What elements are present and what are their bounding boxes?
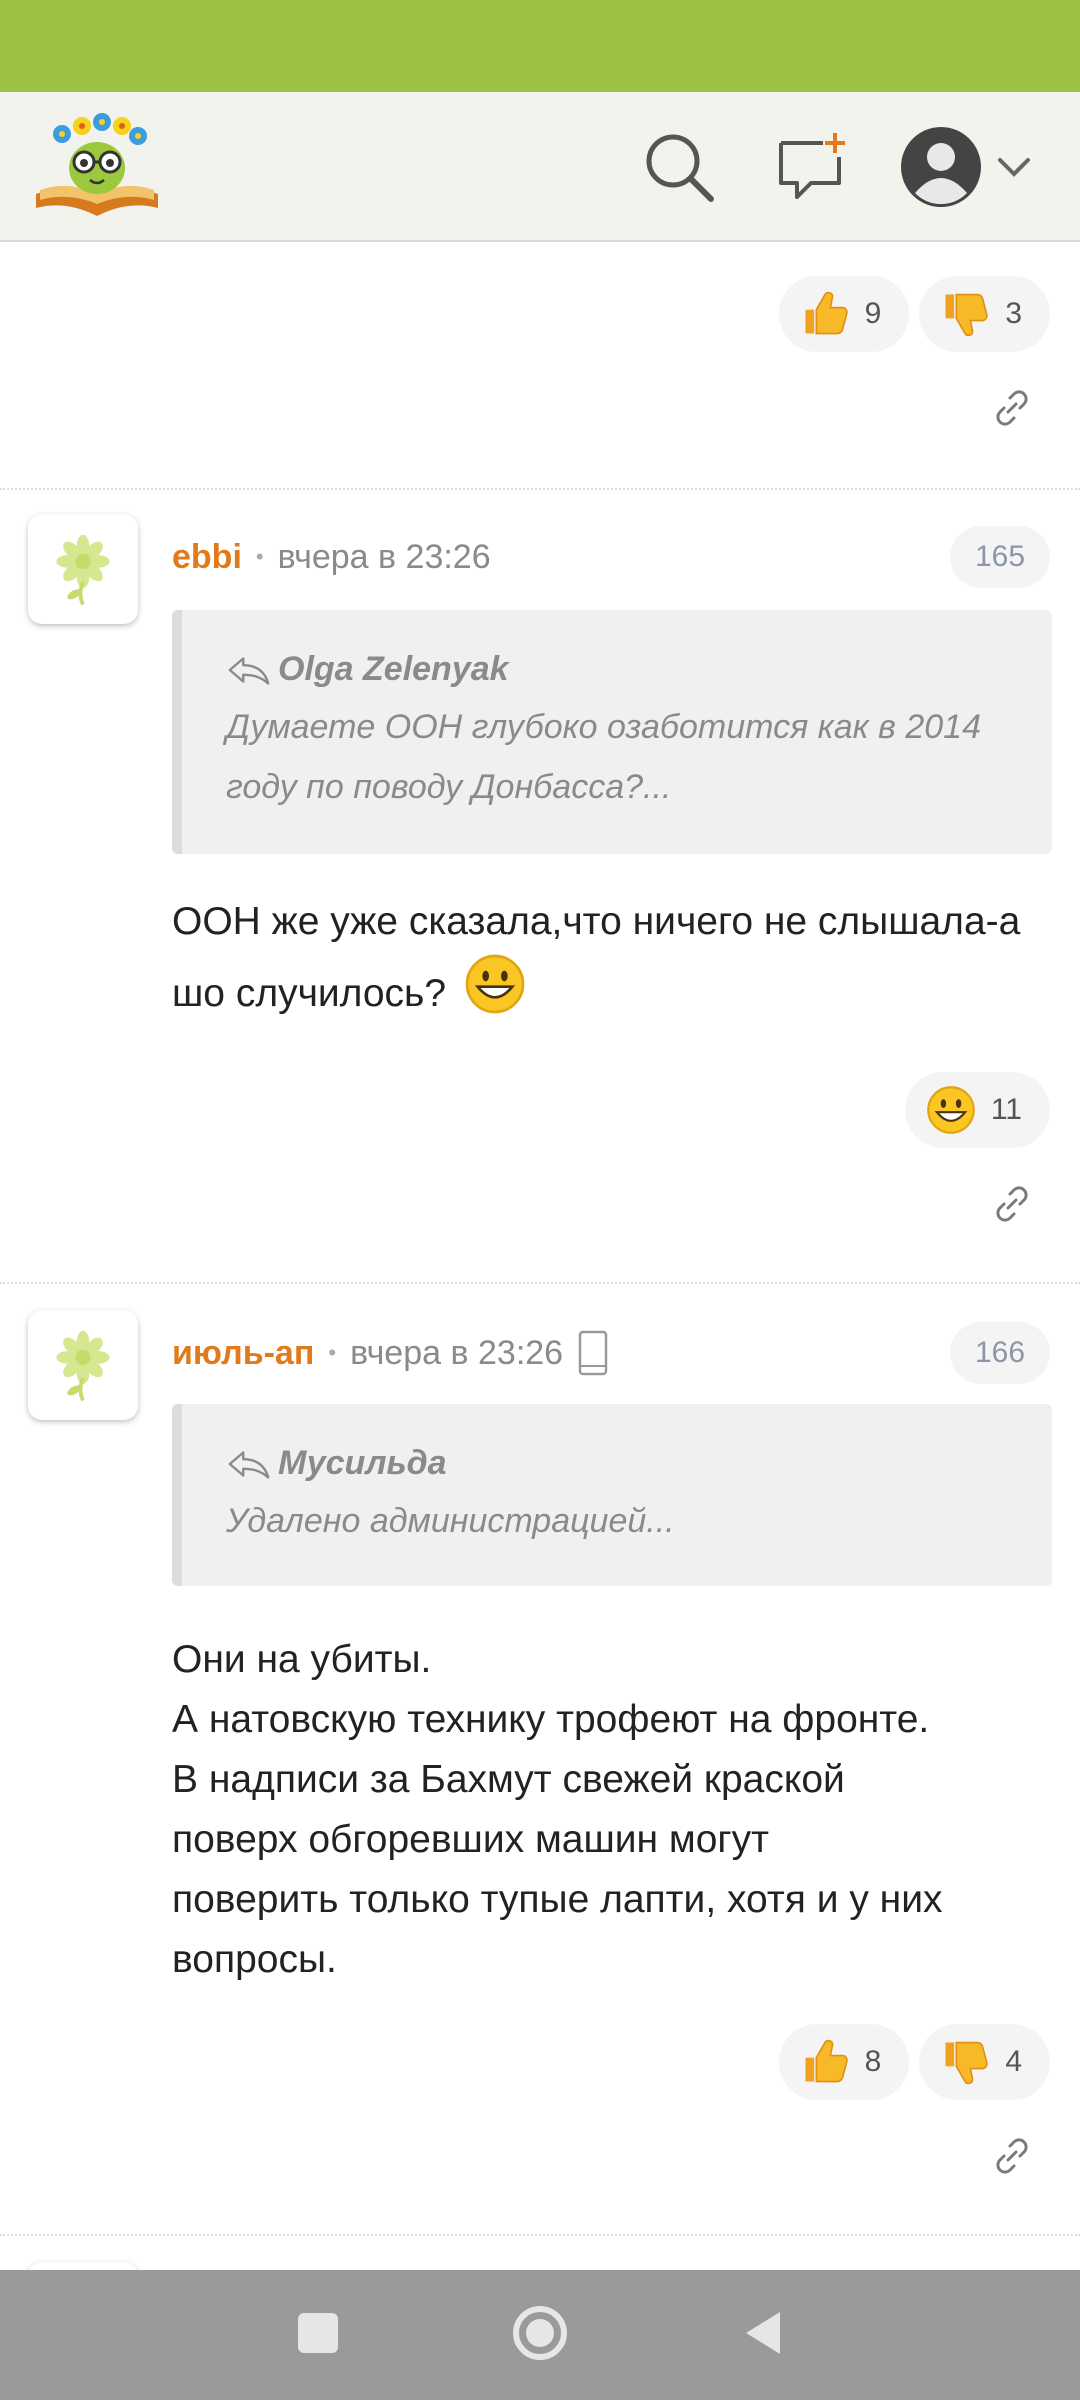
quote-author-row: Olga Zelenyak (226, 650, 1012, 689)
search-icon[interactable] (634, 122, 724, 212)
avatar[interactable] (28, 2262, 138, 2270)
comment-time: вчера в 23:26 (277, 537, 491, 576)
thumbs-up-icon (797, 2034, 853, 2090)
quote-text: Удалено администрацией... (226, 1502, 675, 1540)
separator-dot: • (328, 1340, 337, 1365)
reactions-165: 11 (904, 1072, 1050, 1148)
divider (0, 2234, 1080, 2236)
like-button[interactable]: 9 (778, 276, 910, 352)
thumbs-down-icon (937, 286, 993, 342)
comment-text: Они на убиты. А натовскую технику трофею… (172, 1630, 1052, 1990)
android-nav-bar (0, 2270, 1080, 2400)
dislike-count: 3 (1005, 297, 1022, 330)
home-button[interactable] (510, 2303, 570, 2368)
status-bar (0, 0, 1080, 92)
comment-text: ООН же уже сказала,что ничего не слышала… (172, 892, 1052, 1024)
comment-line: поверить только тупые лапти, хотя и у ни… (172, 1878, 943, 1921)
new-message-icon[interactable] (766, 122, 856, 212)
comment-line: вопросы. (172, 1938, 337, 1981)
author-name[interactable]: ebbi (172, 538, 242, 577)
grinning-emoji-icon (463, 952, 527, 1016)
recent-apps-button[interactable] (296, 2311, 340, 2360)
like-count: 8 (864, 2045, 882, 2078)
comment-time: вчера в 23:26 (350, 1333, 564, 1372)
reaction-grin-button[interactable]: 11 (904, 1072, 1050, 1148)
comment-line: поверх обгоревших машин могут (172, 1818, 769, 1861)
like-button[interactable]: 8 (778, 2024, 910, 2100)
dislike-button[interactable]: 3 (919, 276, 1050, 352)
link-icon[interactable] (974, 1166, 1050, 1242)
top-bar (0, 92, 1080, 242)
dislike-button[interactable]: 4 (919, 2024, 1050, 2100)
reaction-count: 11 (990, 1093, 1022, 1126)
avatar-icon[interactable] (896, 122, 986, 212)
reactions-166: 8 4 (778, 2024, 1050, 2100)
mobile-device-icon (578, 1330, 608, 1376)
comment-number[interactable]: 165 (950, 526, 1050, 588)
quote-block[interactable]: Olga Zelenyak Думаете ООН глубоко озабот… (172, 610, 1052, 854)
author-name[interactable]: июль-ап (172, 1334, 314, 1373)
divider (0, 488, 1080, 490)
thumbs-up-icon (797, 286, 853, 342)
dislike-count: 4 (1005, 2045, 1022, 2078)
comment-text-content: ООН же уже сказала,что ничего не слышала… (172, 900, 1021, 1015)
separator-dot: • (255, 544, 264, 569)
divider (0, 1282, 1080, 1284)
grinning-emoji-icon (923, 1082, 979, 1138)
link-icon[interactable] (974, 370, 1050, 446)
link-icon[interactable] (974, 2118, 1050, 2194)
comment-line: А натовскую технику трофеют на фронте. (172, 1698, 930, 1741)
comment-line: В надписи за Бахмут свежей краской (172, 1758, 845, 1801)
smartbook-logo[interactable] (32, 110, 162, 222)
quote-author: Olga Zelenyak (278, 650, 509, 688)
like-count: 9 (864, 297, 882, 330)
quote-block[interactable]: Мусильда Удалено администрацией... (172, 1404, 1052, 1586)
avatar[interactable] (28, 1310, 138, 1420)
quote-text: Думаете ООН глубоко озаботится как в 201… (226, 708, 981, 806)
avatar[interactable] (28, 514, 138, 624)
quote-author-row: Мусильда (226, 1444, 1012, 1483)
comment-meta: июль-ап • вчера в 23:26 (172, 1323, 609, 1383)
reply-icon (226, 1448, 272, 1480)
chevron-down-icon[interactable] (984, 122, 1044, 212)
thumbs-down-icon (937, 2034, 993, 2090)
reactions-prev: 9 3 (778, 276, 1050, 352)
quote-author: Мусильда (278, 1444, 447, 1482)
comment-number[interactable]: 166 (950, 1322, 1050, 1384)
comment-meta: ebbi • вчера в 23:26 (172, 527, 491, 587)
back-button[interactable] (740, 2308, 784, 2363)
comment-line: Они на убиты. (172, 1638, 432, 1681)
comment-feed: 9 3 ebbi • вчера в 23:26 165 Olga Zeleny… (0, 242, 1080, 2270)
reply-icon (226, 654, 272, 686)
